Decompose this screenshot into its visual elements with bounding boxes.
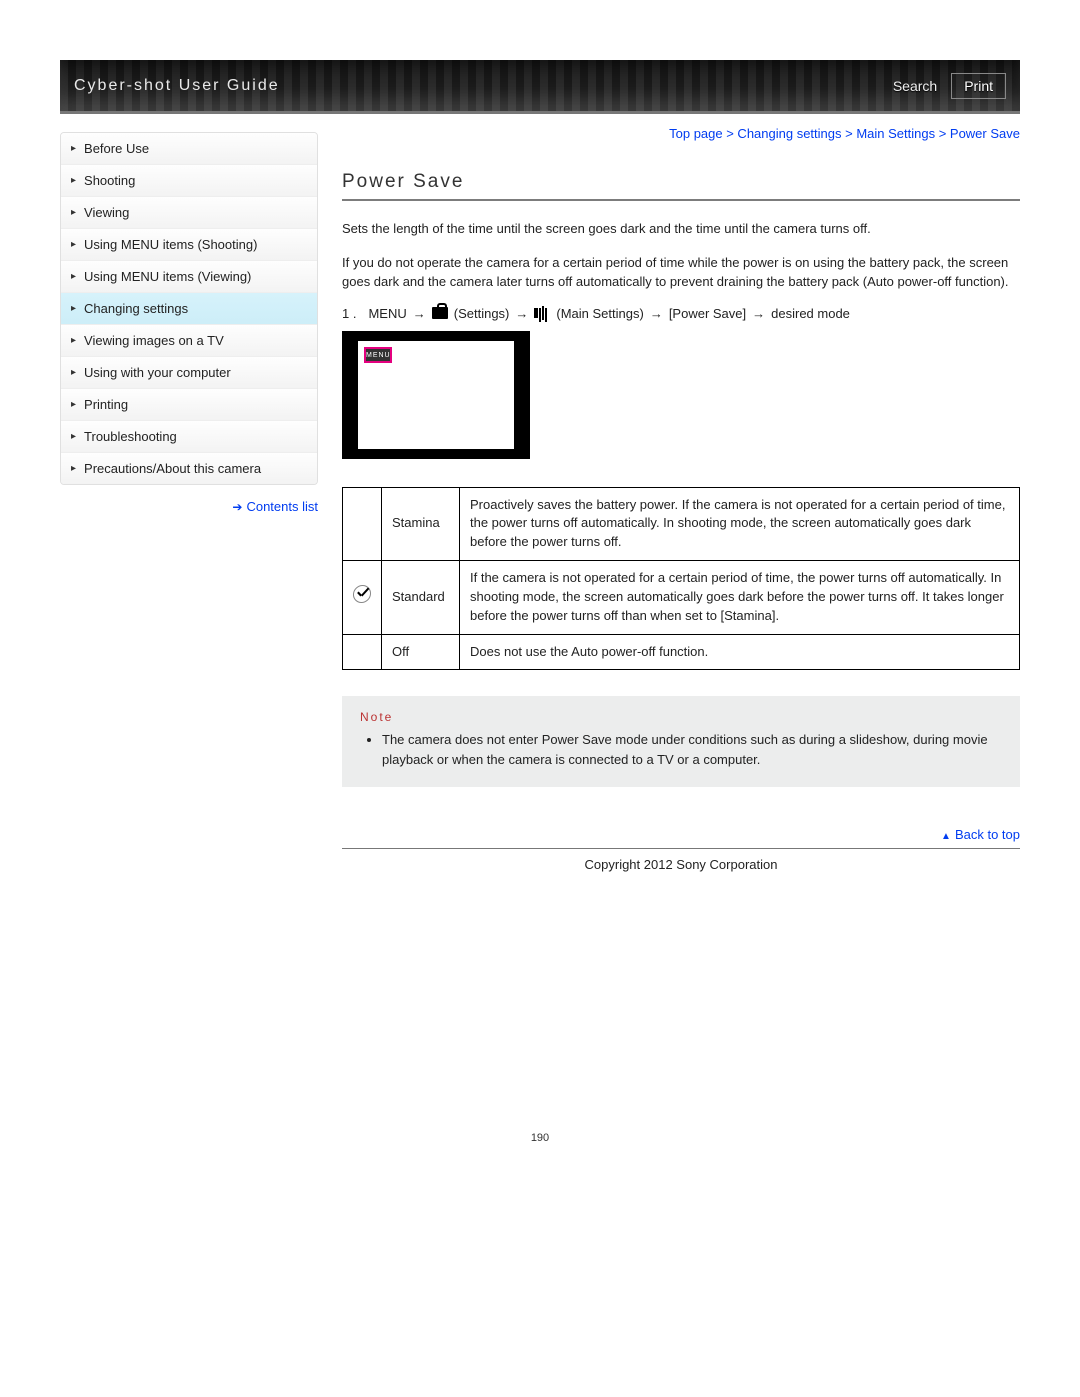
table-row: StandardIf the camera is not operated fo… [343, 561, 1020, 635]
triangle-up-icon: ▲ [941, 831, 951, 842]
sidebar-item[interactable]: ▸ Shooting [61, 165, 317, 197]
note-title: Note [360, 710, 1002, 724]
search-link[interactable]: Search [893, 78, 937, 94]
step-desired-label: desired mode [771, 306, 850, 321]
sidebar-item-label: Precautions/About this camera [84, 461, 261, 476]
step-line: 1 . MENU → (Settings) → (Main Settings) … [342, 306, 1020, 321]
settings-icon [432, 307, 448, 319]
title-rule [342, 199, 1020, 201]
chevron-right-icon: ▸ [71, 431, 76, 442]
screen-thumbnail: MENU [342, 331, 530, 459]
sidebar-nav: ▸ Before Use ▸ Shooting ▸ Viewing ▸ Using MENU … [60, 132, 318, 485]
menu-chip: MENU [364, 347, 392, 363]
print-button[interactable]: Print [951, 73, 1006, 99]
page-number: 190 [60, 1132, 1020, 1144]
sidebar-item[interactable]: ▸ Precautions/About this camera [61, 453, 317, 484]
main-settings-icon [534, 306, 550, 320]
sidebar-item[interactable]: ▸ Using with your computer [61, 357, 317, 389]
check-cell [343, 487, 382, 561]
sidebar-item-label: Using with your computer [84, 365, 231, 380]
chevron-right-icon: ▸ [71, 335, 76, 346]
back-to-top-label: Back to top [955, 827, 1020, 842]
arrow-right-icon: → [752, 306, 765, 321]
chevron-right-icon: ▸ [71, 207, 76, 218]
arrow-right-icon: ➔ [232, 500, 242, 514]
chevron-right-icon: ▸ [71, 271, 76, 282]
chevron-right-icon: ▸ [71, 175, 76, 186]
sidebar-item[interactable]: ▸ Changing settings [61, 293, 317, 325]
mode-desc: If the camera is not operated for a cert… [460, 561, 1020, 635]
chevron-right-icon: ▸ [71, 143, 76, 154]
sidebar-item[interactable]: ▸ Viewing [61, 197, 317, 229]
site-title: Cyber-shot User Guide [74, 77, 280, 95]
chevron-right-icon: ▸ [71, 239, 76, 250]
chevron-right-icon: ▸ [71, 463, 76, 474]
step-settings-label: (Settings) [454, 306, 510, 321]
arrow-right-icon: → [413, 306, 426, 321]
sidebar-item-label: Before Use [84, 141, 149, 156]
contents-list-label: Contents list [246, 499, 318, 514]
bottom-rule [342, 848, 1020, 849]
sidebar-item[interactable]: ▸ Before Use [61, 133, 317, 165]
mode-desc: Does not use the Auto power-off function… [460, 634, 1020, 670]
sidebar-item-label: Viewing images on a TV [84, 333, 224, 348]
sidebar-item[interactable]: ▸ Printing [61, 389, 317, 421]
arrow-right-icon: → [650, 306, 663, 321]
sidebar-item-label: Printing [84, 397, 128, 412]
chevron-right-icon: ▸ [71, 367, 76, 378]
checkmark-icon [352, 585, 371, 603]
sidebar: ▸ Before Use ▸ Shooting ▸ Viewing ▸ Using MENU … [60, 124, 318, 514]
page-title: Power Save [342, 171, 1020, 193]
step-number: 1 . [342, 306, 356, 321]
mode-name: Standard [382, 561, 460, 635]
step-power-save-label: [Power Save] [669, 306, 746, 321]
sidebar-item[interactable]: ▸ Using MENU items (Shooting) [61, 229, 317, 261]
check-cell [343, 561, 382, 635]
back-to-top-link[interactable]: ▲ Back to top [342, 827, 1020, 842]
copyright: Copyright 2012 Sony Corporation [342, 857, 1020, 872]
sidebar-item-label: Troubleshooting [84, 429, 177, 444]
sidebar-item-label: Using MENU items (Shooting) [84, 237, 257, 252]
modes-table: StaminaProactively saves the battery pow… [342, 487, 1020, 671]
chevron-right-icon: ▸ [71, 303, 76, 314]
check-cell [343, 634, 382, 670]
note-list: The camera does not enter Power Save mod… [360, 730, 1002, 769]
mode-desc: Proactively saves the battery power. If … [460, 487, 1020, 561]
step-main-settings-label: (Main Settings) [556, 306, 643, 321]
header-bar: Cyber-shot User Guide Search Print [60, 60, 1020, 114]
sidebar-item[interactable]: ▸ Troubleshooting [61, 421, 317, 453]
mode-name: Stamina [382, 487, 460, 561]
sidebar-item-label: Changing settings [84, 301, 188, 316]
sidebar-item-label: Shooting [84, 173, 135, 188]
chevron-right-icon: ▸ [71, 399, 76, 410]
sidebar-item[interactable]: ▸ Viewing images on a TV [61, 325, 317, 357]
breadcrumb[interactable]: Top page > Changing settings > Main Sett… [342, 126, 1020, 141]
arrow-right-icon: → [515, 306, 528, 321]
sidebar-item-label: Viewing [84, 205, 129, 220]
sidebar-item-label: Using MENU items (Viewing) [84, 269, 251, 284]
table-row: OffDoes not use the Auto power-off funct… [343, 634, 1020, 670]
intro-paragraph-2: If you do not operate the camera for a c… [342, 253, 1020, 292]
main-content: Top page > Changing settings > Main Sett… [342, 124, 1020, 912]
mode-name: Off [382, 634, 460, 670]
sidebar-item[interactable]: ▸ Using MENU items (Viewing) [61, 261, 317, 293]
intro-paragraph-1: Sets the length of the time until the sc… [342, 219, 1020, 239]
table-row: StaminaProactively saves the battery pow… [343, 487, 1020, 561]
note-item: The camera does not enter Power Save mod… [382, 730, 1002, 769]
step-menu-label: MENU [368, 306, 406, 321]
contents-list-link[interactable]: ➔ Contents list [60, 499, 318, 514]
note-block: Note The camera does not enter Power Sav… [342, 696, 1020, 787]
